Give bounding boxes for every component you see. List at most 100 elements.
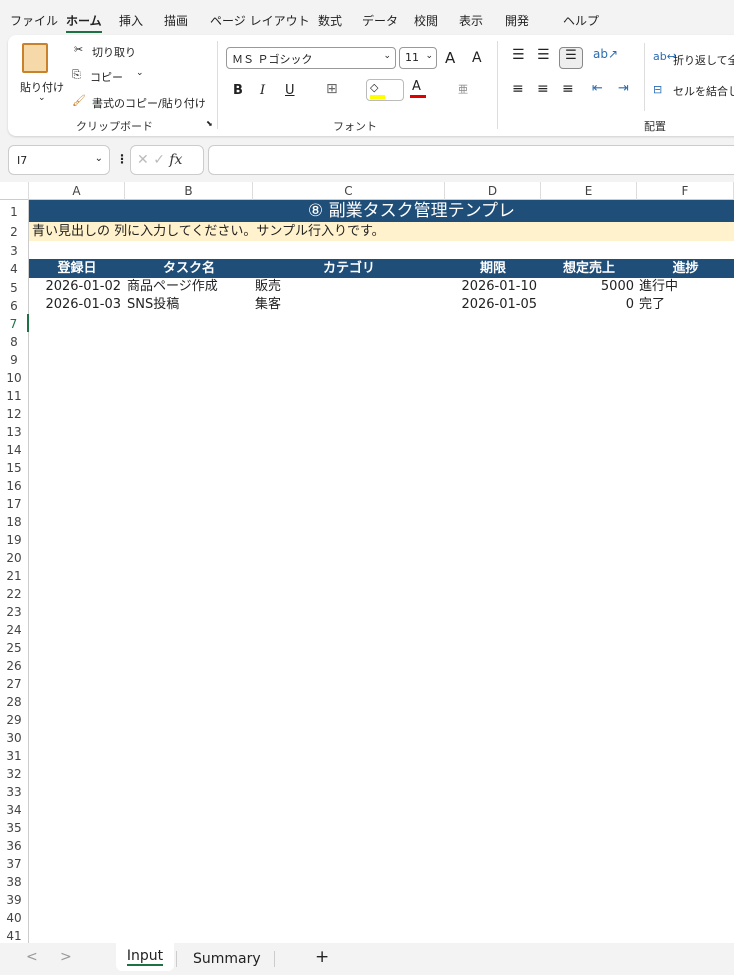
row-header[interactable]: 24 [0, 620, 29, 638]
italic-button[interactable]: I [260, 83, 265, 98]
align-center-icon[interactable]: ≡ [537, 81, 549, 97]
data-cell[interactable]: 2026-01-02 [29, 278, 121, 296]
menu-item[interactable]: 校閲 [414, 12, 438, 29]
data-cell[interactable]: 完了 [639, 296, 665, 314]
row-header[interactable]: 40 [0, 908, 29, 926]
menu-item[interactable]: ファイル [10, 12, 58, 29]
data-cell[interactable]: 商品ページ作成 [127, 278, 218, 296]
data-cell[interactable]: 進行中 [639, 278, 678, 296]
row-header[interactable]: 35 [0, 818, 29, 836]
row-header[interactable]: 32 [0, 764, 29, 782]
row-header[interactable]: 16 [0, 476, 29, 494]
copy-button[interactable]: コピー [90, 69, 123, 85]
row-header[interactable]: 17 [0, 494, 29, 512]
prev-sheet-button[interactable]: < [26, 949, 38, 965]
column-header[interactable]: A [29, 182, 125, 200]
format-painter-button[interactable]: 書式のコピー/貼り付け [92, 95, 206, 111]
data-cell[interactable]: 2026-01-03 [29, 296, 121, 314]
borders-icon[interactable]: ⊞ [326, 81, 338, 97]
font-color-button[interactable]: A [412, 79, 421, 94]
data-cell[interactable]: 2026-01-10 [445, 278, 537, 296]
data-cell[interactable]: 販売 [255, 278, 281, 296]
row-header[interactable]: 11 [0, 386, 29, 404]
copy-chevron-icon[interactable]: ⌄ [136, 68, 144, 78]
row-header[interactable]: 30 [0, 728, 29, 746]
menu-item[interactable]: ページ レイアウト [210, 12, 310, 29]
select-all-corner[interactable] [0, 182, 29, 200]
bold-button[interactable]: B [233, 83, 243, 98]
wrap-text-button[interactable]: 折り返して全 [673, 52, 734, 68]
menu-item[interactable]: 描画 [164, 12, 188, 29]
menu-item[interactable]: 数式 [318, 12, 342, 29]
row-header[interactable]: 3 [0, 241, 29, 259]
row-header[interactable]: 14 [0, 440, 29, 458]
column-heading[interactable]: 登録日 [29, 259, 125, 278]
insert-function-button[interactable]: fx [169, 152, 182, 168]
dialog-launcher-icon[interactable]: ⬊ [206, 119, 213, 128]
phonetic-icon[interactable]: 亜 [458, 81, 468, 96]
align-right-icon[interactable]: ≡ [562, 81, 574, 97]
cancel-icon[interactable]: ✕ [137, 152, 149, 168]
shrink-font-button[interactable]: A [472, 50, 482, 66]
font-size-select[interactable]: 11 ⌄ [399, 47, 437, 69]
row-header[interactable]: 7 [0, 314, 29, 332]
row-header[interactable]: 31 [0, 746, 29, 764]
row-header[interactable]: 26 [0, 656, 29, 674]
column-heading[interactable]: カテゴリ [253, 259, 445, 278]
grow-font-button[interactable]: A [445, 49, 455, 67]
menu-item[interactable]: 挿入 [119, 12, 143, 29]
row-header[interactable]: 38 [0, 872, 29, 890]
increase-indent-icon[interactable]: ⇥ [618, 81, 629, 96]
merge-button[interactable]: セルを結合し [673, 83, 734, 99]
menu-item[interactable]: 表示 [459, 12, 483, 29]
row-header[interactable]: 6 [0, 296, 29, 314]
row-header[interactable]: 21 [0, 566, 29, 584]
row-header[interactable]: 4 [0, 259, 29, 278]
row-header[interactable]: 19 [0, 530, 29, 548]
row-header[interactable]: 39 [0, 890, 29, 908]
fill-color-button[interactable]: ◇ [366, 79, 404, 101]
data-cell[interactable]: SNS投稿 [127, 296, 179, 314]
row-header[interactable]: 8 [0, 332, 29, 350]
column-header[interactable]: C [253, 182, 445, 200]
row-header[interactable]: 33 [0, 782, 29, 800]
row-header[interactable]: 13 [0, 422, 29, 440]
row-header[interactable]: 1 [0, 200, 29, 222]
column-heading[interactable]: 想定売上 [541, 259, 637, 278]
row-header[interactable]: 36 [0, 836, 29, 854]
more-options-icon[interactable]: ⋮ [116, 152, 128, 166]
row-header[interactable]: 15 [0, 458, 29, 476]
paste-icon[interactable] [22, 43, 48, 73]
data-cell[interactable]: 2026-01-05 [445, 296, 537, 314]
font-name-select[interactable]: ＭＳ Ｐゴシック ⌄ [226, 47, 396, 69]
row-header[interactable]: 18 [0, 512, 29, 530]
column-header[interactable]: F [637, 182, 734, 200]
orientation-icon[interactable]: ab↗ [593, 47, 618, 61]
column-header[interactable]: E [541, 182, 637, 200]
align-middle-icon[interactable]: ☰ [537, 47, 550, 63]
row-header[interactable]: 5 [0, 278, 29, 296]
name-box[interactable]: I7 ⌄ [8, 145, 110, 175]
row-header[interactable]: 2 [0, 222, 29, 241]
align-top-icon[interactable]: ☰ [512, 47, 525, 63]
menu-item[interactable]: 開発 [505, 12, 529, 29]
cut-button[interactable]: 切り取り [92, 44, 136, 60]
row-header[interactable]: 9 [0, 350, 29, 368]
row-header[interactable]: 28 [0, 692, 29, 710]
column-heading[interactable]: 進捗 [637, 259, 734, 278]
data-cell[interactable]: 5000 [541, 278, 634, 296]
underline-button[interactable]: U [285, 83, 295, 98]
menu-item[interactable]: ホーム [66, 12, 102, 33]
decrease-indent-icon[interactable]: ⇤ [592, 81, 603, 96]
row-header[interactable]: 37 [0, 854, 29, 872]
row-header[interactable]: 27 [0, 674, 29, 692]
sheet-tab-summary[interactable]: Summary [193, 951, 261, 967]
row-header[interactable]: 41 [0, 926, 29, 944]
row-header[interactable]: 34 [0, 800, 29, 818]
row-header[interactable]: 20 [0, 548, 29, 566]
next-sheet-button[interactable]: > [60, 949, 72, 965]
column-heading[interactable]: 期限 [445, 259, 541, 278]
data-cell[interactable]: 0 [541, 296, 634, 314]
align-bottom-icon[interactable]: ☰ [559, 47, 583, 69]
menu-item[interactable]: ヘルプ [563, 12, 599, 29]
